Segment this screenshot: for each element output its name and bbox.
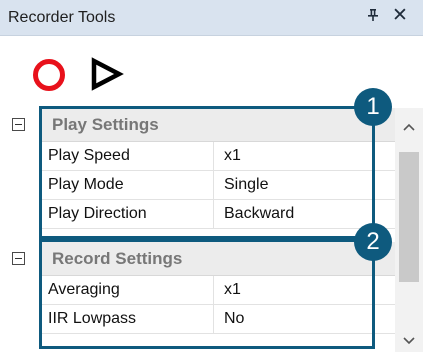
property-row-play-speed[interactable]: Play Speed x1 [42,142,395,171]
window-title: Recorder Tools [8,9,116,26]
property-row-iir-lowpass[interactable]: IIR Lowpass No [42,305,395,334]
group-header-record-settings[interactable]: Record Settings [42,242,395,276]
scroll-down-icon[interactable] [401,334,417,348]
play-icon [91,57,124,91]
group-play-settings: Play Settings [0,108,395,142]
callout-badge-1: 1 [354,88,392,126]
property-row-play-direction[interactable]: Play Direction Backward [42,200,395,229]
property-value[interactable]: Backward [224,205,294,223]
group-title: Play Settings [52,115,159,134]
record-icon [33,59,65,91]
play-button[interactable] [88,56,124,92]
group-title: Record Settings [52,249,183,268]
property-name: IIR Lowpass [42,305,214,333]
property-grid: Play Settings Play Speed x1 Play Mode Si… [0,108,395,352]
scrollbar-thumb[interactable] [399,152,419,282]
property-name: Play Mode [42,171,214,199]
property-value[interactable]: No [224,310,244,328]
property-name: Averaging [42,276,214,304]
group-record-settings: Record Settings [0,242,395,276]
property-name: Play Speed [42,142,214,170]
property-name: Play Direction [42,200,214,228]
collapse-toggle-record-settings[interactable] [12,252,25,265]
pin-icon[interactable] [366,8,380,26]
property-value[interactable]: Single [224,176,268,194]
collapse-toggle-play-settings[interactable] [12,118,25,131]
property-row-play-mode[interactable]: Play Mode Single [42,171,395,200]
scroll-up-icon[interactable] [401,120,417,134]
group-header-play-settings[interactable]: Play Settings [42,108,395,142]
callout-badge-2: 2 [354,223,392,261]
property-value[interactable]: x1 [224,281,241,299]
record-button[interactable] [32,58,66,92]
close-icon[interactable]: ✕ [392,4,408,26]
vertical-scrollbar[interactable] [395,108,423,352]
title-bar: Recorder Tools ✕ [0,0,423,36]
property-row-averaging[interactable]: Averaging x1 [42,276,395,305]
property-value[interactable]: x1 [224,147,241,165]
